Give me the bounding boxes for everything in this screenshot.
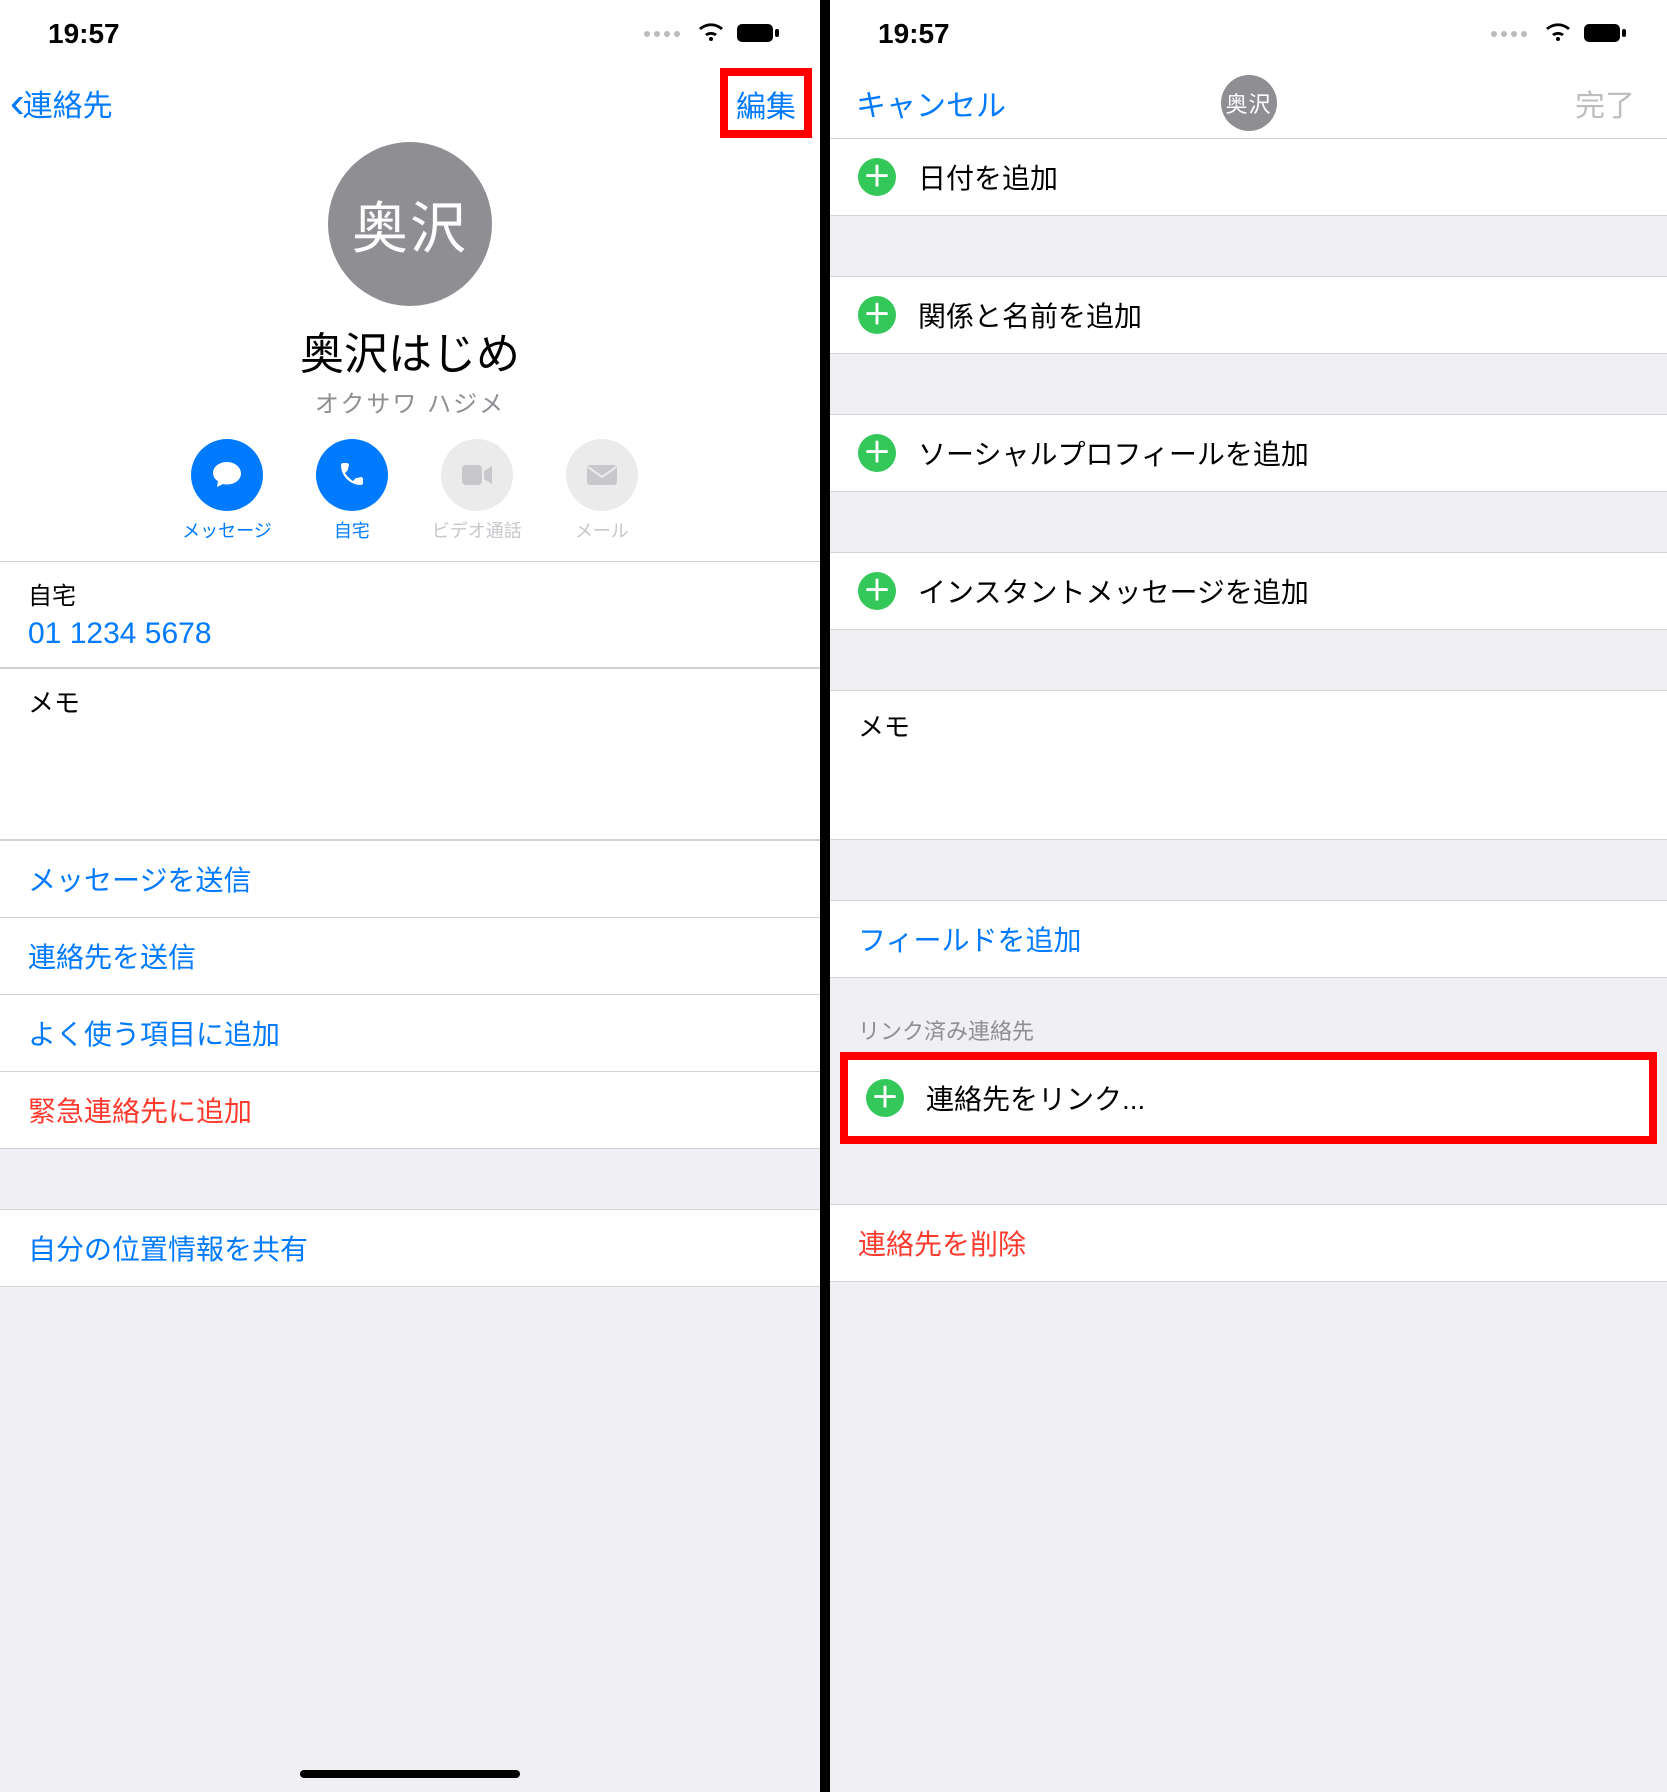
linked-contacts-label: リンク済み連絡先	[830, 1014, 1667, 1056]
phone-field[interactable]: 自宅 01 1234 5678	[0, 561, 820, 668]
add-relation-label: 関係と名前を追加	[918, 295, 1142, 335]
video-icon	[441, 439, 513, 511]
memo-field[interactable]: メモ	[0, 668, 820, 840]
link-contact-label: 連絡先をリンク...	[926, 1078, 1145, 1118]
edit-button[interactable]: 編集	[736, 82, 796, 126]
video-label: ビデオ通話	[432, 517, 522, 543]
status-time: 19:57	[48, 18, 120, 50]
status-bar: 19:57	[830, 0, 1667, 68]
bottom-spacer	[0, 1287, 820, 1792]
battery-icon	[736, 18, 780, 50]
delete-contact-button[interactable]: 連絡先を削除	[830, 1204, 1667, 1282]
status-bar: 19:57	[0, 0, 820, 68]
plus-icon: ＋	[858, 434, 896, 472]
status-indicators	[1491, 18, 1627, 50]
memo-field[interactable]: メモ	[830, 690, 1667, 840]
add-relation-button[interactable]: ＋ 関係と名前を追加	[830, 276, 1667, 354]
nav-bar: ‹ 連絡先 編集	[0, 68, 820, 138]
mail-action: メール	[566, 439, 638, 543]
signal-dots-icon	[644, 31, 680, 37]
avatar-mini[interactable]: 奥沢	[1221, 75, 1277, 131]
add-social-label: ソーシャルプロフィールを追加	[918, 433, 1309, 473]
mail-label: メール	[575, 517, 629, 543]
plus-icon: ＋	[858, 572, 896, 610]
memo-label: メモ	[28, 683, 792, 720]
edit-button-highlight: 編集	[720, 68, 812, 138]
back-button[interactable]: ‹ 連絡先	[10, 81, 113, 125]
call-action[interactable]: 自宅	[316, 439, 388, 543]
message-icon	[191, 439, 263, 511]
add-date-button[interactable]: ＋ 日付を追加	[830, 138, 1667, 216]
battery-icon	[1583, 18, 1627, 50]
avatar[interactable]: 奥沢	[328, 142, 492, 306]
message-action[interactable]: メッセージ	[182, 439, 272, 543]
share-location-button[interactable]: 自分の位置情報を共有	[0, 1209, 820, 1287]
wifi-icon	[696, 18, 726, 50]
add-im-button[interactable]: ＋ インスタントメッセージを追加	[830, 552, 1667, 630]
add-emergency-button[interactable]: 緊急連絡先に追加	[0, 1072, 820, 1149]
call-label: 自宅	[334, 517, 370, 543]
send-message-button[interactable]: メッセージを送信	[0, 840, 820, 918]
add-social-button[interactable]: ＋ ソーシャルプロフィールを追加	[830, 414, 1667, 492]
profile-header: 奥沢 奥沢はじめ オクサワ ハジメ メッセージ 自宅 ビデオ通話	[0, 138, 820, 561]
add-date-label: 日付を追加	[918, 157, 1058, 197]
link-contact-highlight: ＋ 連絡先をリンク...	[840, 1052, 1657, 1144]
share-contact-button[interactable]: 連絡先を送信	[0, 918, 820, 995]
phone-icon	[316, 439, 388, 511]
contact-actions: メッセージ 自宅 ビデオ通話 メール	[182, 439, 638, 543]
add-favorite-button[interactable]: よく使う項目に追加	[0, 995, 820, 1072]
mail-icon	[566, 439, 638, 511]
add-im-label: インスタントメッセージを追加	[918, 571, 1309, 611]
status-time: 19:57	[878, 18, 950, 50]
spacer	[0, 1149, 820, 1209]
message-label: メッセージ	[182, 517, 272, 543]
home-indicator[interactable]	[300, 1770, 520, 1778]
cancel-button[interactable]: キャンセル	[840, 81, 1006, 125]
done-button[interactable]: 完了	[1575, 81, 1655, 125]
contact-name: 奥沢はじめ	[300, 318, 520, 382]
plus-icon: ＋	[866, 1079, 904, 1117]
wifi-icon	[1543, 18, 1573, 50]
phone-label: 自宅	[28, 576, 792, 611]
back-label: 連絡先	[23, 81, 113, 125]
plus-icon: ＋	[858, 158, 896, 196]
contact-furigana: オクサワ ハジメ	[315, 384, 505, 419]
nav-bar: キャンセル 奥沢 完了	[830, 68, 1667, 138]
contact-edit-screen: 19:57 キャンセル 奥沢 完了 ＋ 日付を追加 ＋ 関係と名前を追加	[830, 0, 1667, 1792]
status-indicators	[644, 18, 780, 50]
memo-label: メモ	[858, 712, 910, 742]
avatar-mini-initials: 奥沢	[1225, 87, 1271, 119]
contact-view-screen: 19:57 ‹ 連絡先 編集 奥沢 奥沢はじめ オクサワ ハジメ	[0, 0, 830, 1792]
phone-number: 01 1234 5678	[28, 617, 792, 651]
plus-icon: ＋	[858, 296, 896, 334]
video-action: ビデオ通話	[432, 439, 522, 543]
avatar-initials: 奥沢	[352, 184, 468, 265]
signal-dots-icon	[1491, 31, 1527, 37]
add-field-button[interactable]: フィールドを追加	[830, 900, 1667, 978]
link-contact-button[interactable]: ＋ 連絡先をリンク...	[848, 1060, 1649, 1136]
